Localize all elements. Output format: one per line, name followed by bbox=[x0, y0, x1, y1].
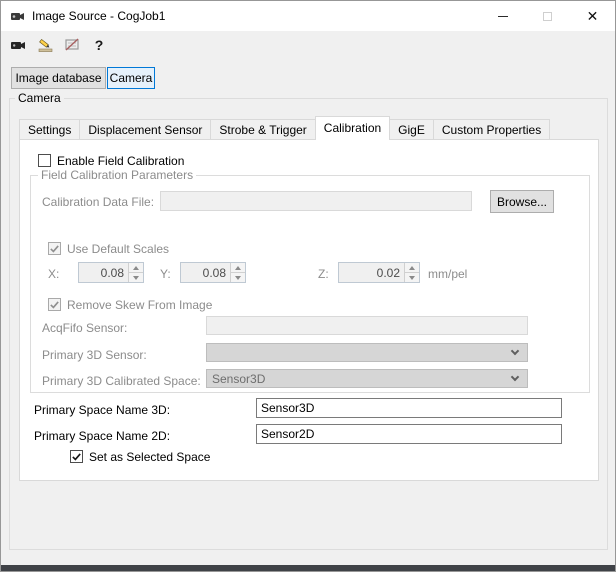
display-disabled-icon[interactable] bbox=[61, 34, 83, 56]
title-bar: Image Source - CogJob1 ✕ bbox=[1, 1, 615, 31]
calibration-data-file-label: Calibration Data File: bbox=[42, 195, 155, 209]
enable-field-calibration-checkbox[interactable] bbox=[38, 154, 51, 167]
scale-x-spinner: 0.08 bbox=[78, 262, 144, 283]
scale-z-spin-buttons bbox=[404, 263, 419, 282]
primary-3d-sensor-combo bbox=[206, 343, 528, 362]
primary-3d-calibrated-space-combo: Sensor3D bbox=[206, 369, 528, 388]
app-icon bbox=[9, 8, 25, 24]
scale-x-spin-buttons bbox=[128, 263, 143, 282]
chevron-down-icon bbox=[510, 372, 520, 382]
close-button[interactable]: ✕ bbox=[570, 1, 615, 31]
primary-space-name-2d-label: Primary Space Name 2D: bbox=[34, 429, 171, 443]
scale-y-value: 0.08 bbox=[202, 266, 226, 280]
spinner-up-icon bbox=[405, 263, 419, 272]
tab-displacement-sensor[interactable]: Displacement Sensor bbox=[79, 119, 212, 140]
scale-z-spinner: 0.02 bbox=[338, 262, 420, 283]
use-default-scales-checkbox bbox=[48, 242, 61, 255]
calibration-tab-panel: Enable Field Calibration Field Calibrati… bbox=[19, 139, 599, 481]
set-as-selected-space-checkbox[interactable] bbox=[70, 450, 83, 463]
camera-group-label: Camera bbox=[15, 91, 64, 105]
maximize-icon bbox=[543, 11, 552, 21]
calibration-data-file-input bbox=[160, 191, 472, 211]
browse-button[interactable]: Browse... bbox=[490, 190, 554, 213]
scale-y-label: Y: bbox=[160, 267, 171, 281]
window-title: Image Source - CogJob1 bbox=[32, 9, 166, 23]
enable-field-calibration-label: Enable Field Calibration bbox=[57, 154, 185, 168]
primary-3d-calibrated-space-label: Primary 3D Calibrated Space: bbox=[42, 374, 201, 388]
spinner-up-icon bbox=[129, 263, 143, 272]
spinner-up-icon bbox=[231, 263, 245, 272]
primary-3d-calibrated-space-value: Sensor3D bbox=[212, 372, 266, 386]
use-default-scales-label: Use Default Scales bbox=[67, 242, 170, 256]
window-controls: ✕ bbox=[480, 1, 615, 31]
tab-custom-properties[interactable]: Custom Properties bbox=[432, 119, 551, 140]
minimize-button[interactable] bbox=[480, 1, 525, 31]
toolbar: ? bbox=[1, 32, 615, 58]
setup-pencil-icon[interactable] bbox=[34, 34, 56, 56]
image-database-button[interactable]: Image database bbox=[11, 67, 106, 89]
maximize-button bbox=[525, 1, 570, 31]
image-source-window: Image Source - CogJob1 ✕ ? Image databas… bbox=[0, 0, 616, 572]
scale-y-spin-buttons bbox=[230, 263, 245, 282]
help-glyph: ? bbox=[94, 37, 104, 53]
spinner-down-icon bbox=[231, 272, 245, 282]
minimize-icon bbox=[497, 15, 508, 17]
chevron-down-icon bbox=[510, 346, 520, 356]
scale-x-label: X: bbox=[48, 267, 60, 281]
help-icon[interactable]: ? bbox=[88, 34, 110, 56]
tab-settings[interactable]: Settings bbox=[19, 119, 81, 140]
scale-x-value: 0.08 bbox=[100, 266, 124, 280]
tab-gige[interactable]: GigE bbox=[389, 119, 434, 140]
tab-strip: Settings Displacement Sensor Strobe & Tr… bbox=[19, 116, 551, 140]
camera-icon[interactable] bbox=[7, 34, 29, 56]
primary-3d-sensor-label: Primary 3D Sensor: bbox=[42, 348, 147, 362]
primary-space-name-2d-input[interactable] bbox=[256, 424, 562, 444]
close-icon: ✕ bbox=[586, 8, 599, 24]
field-calibration-parameters-label: Field Calibration Parameters bbox=[38, 168, 197, 182]
scale-z-value: 0.02 bbox=[376, 266, 400, 280]
set-as-selected-space-label: Set as Selected Space bbox=[89, 450, 211, 464]
acqfifo-sensor-label: AcqFifo Sensor: bbox=[42, 321, 128, 335]
primary-space-name-3d-input[interactable] bbox=[256, 398, 562, 418]
spinner-down-icon bbox=[405, 272, 419, 282]
remove-skew-checkbox bbox=[48, 298, 61, 311]
bottom-window-edge bbox=[1, 565, 615, 571]
source-selector: Image database Camera bbox=[11, 67, 155, 89]
primary-space-name-3d-label: Primary Space Name 3D: bbox=[34, 403, 171, 417]
scale-y-spinner: 0.08 bbox=[180, 262, 246, 283]
acqfifo-sensor-input bbox=[206, 316, 528, 335]
tab-strobe-trigger[interactable]: Strobe & Trigger bbox=[210, 119, 316, 140]
scale-z-label: Z: bbox=[318, 267, 329, 281]
camera-button[interactable]: Camera bbox=[107, 67, 155, 89]
spinner-down-icon bbox=[129, 272, 143, 282]
tab-calibration[interactable]: Calibration bbox=[314, 116, 391, 140]
remove-skew-label: Remove Skew From Image bbox=[67, 298, 213, 312]
scale-unit-label: mm/pel bbox=[428, 267, 468, 281]
